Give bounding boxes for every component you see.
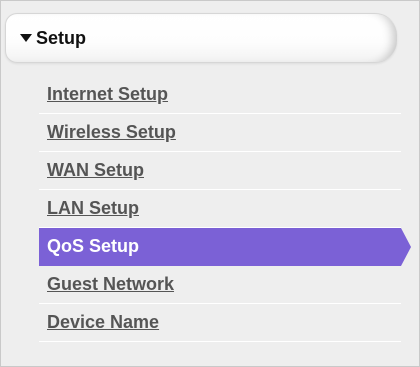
setup-menu: Internet Setup Wireless Setup WAN Setup … — [39, 76, 411, 342]
menu-item-label[interactable]: QoS Setup — [47, 235, 139, 257]
menu-item-wireless-setup[interactable]: Wireless Setup — [39, 114, 401, 152]
setup-section-header[interactable]: Setup — [5, 13, 397, 63]
menu-item-lan-setup[interactable]: LAN Setup — [39, 190, 401, 228]
setup-nav-panel: Setup Internet Setup Wireless Setup WAN … — [0, 0, 420, 367]
menu-item-wan-setup[interactable]: WAN Setup — [39, 152, 401, 190]
menu-item-label[interactable]: WAN Setup — [47, 159, 144, 181]
menu-item-label[interactable]: LAN Setup — [47, 197, 139, 219]
menu-item-guest-network[interactable]: Guest Network — [39, 266, 401, 304]
menu-item-label[interactable]: Wireless Setup — [47, 121, 176, 143]
menu-item-label[interactable]: Device Name — [47, 311, 159, 333]
triangle-down-icon — [20, 34, 32, 42]
menu-item-device-name[interactable]: Device Name — [39, 304, 401, 342]
setup-section-title: Setup — [36, 28, 87, 48]
menu-item-label[interactable]: Guest Network — [47, 273, 174, 295]
menu-item-label[interactable]: Internet Setup — [47, 83, 168, 105]
menu-item-qos-setup[interactable]: QoS Setup — [39, 228, 411, 266]
menu-item-internet-setup[interactable]: Internet Setup — [39, 76, 401, 114]
